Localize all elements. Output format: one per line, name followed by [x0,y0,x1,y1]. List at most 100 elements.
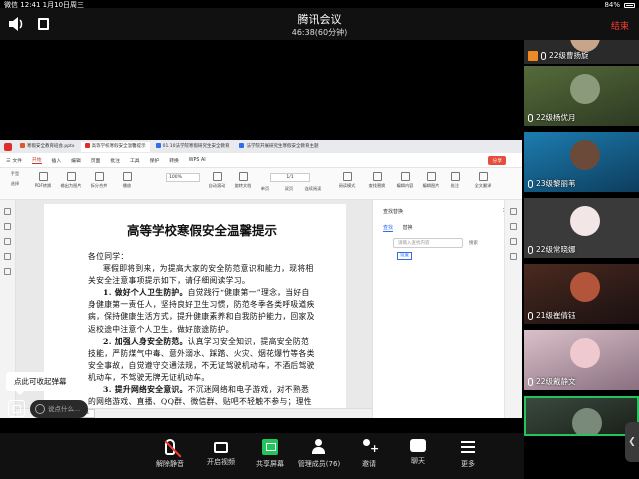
menu-comment[interactable]: 批注 [110,157,120,164]
menu-file[interactable]: 三 文件 [6,157,22,164]
wps-tab-0[interactable]: 寒假安全教育班会.pptx [16,142,79,152]
start-video-button[interactable]: 开启视频 [193,439,249,467]
end-meeting-button[interactable]: 结束 [611,19,629,32]
wps-tab-2[interactable]: 01.10法学院寒假研究生安全教育 [152,142,234,152]
tool-pdf-convert[interactable]: PDF转换 [30,172,56,189]
find-settings-button[interactable]: 设置 [397,252,412,260]
menu-page[interactable]: 页面 [91,157,101,164]
tool-edit-image[interactable]: 编辑图片 [418,172,444,189]
tool-export-image[interactable]: 输出为图片 [58,172,84,189]
participant-tile-speaking[interactable] [524,396,639,436]
zoom-select[interactable]: 100% [166,173,200,182]
document-paragraph: 2. 加强人身安全防范。认真学习安全知识，提高安全防范技能，严防煤气中毒、意外溺… [88,336,316,384]
share-button[interactable]: 分享 [488,156,506,165]
wps-tab-3[interactable]: 法学院开展研究生寒假安全教育主题 [235,142,321,152]
menu-insert[interactable]: 插入 [52,157,62,164]
tool-label: 播放 [122,183,132,188]
attachment-icon[interactable] [4,253,11,260]
tool-hand[interactable]: 手型 [2,171,28,177]
unmute-button[interactable]: 解除静音 [142,439,198,469]
manage-members-button[interactable]: 管理成员(76) [291,439,347,469]
menu-home[interactable]: 开始 [31,156,42,164]
avatar [570,272,600,302]
tool-reading-mode[interactable]: 阅读模式 [334,172,360,189]
wps-tab-1[interactable]: 高等学校寒假安全温馨提示 [80,141,150,152]
danmu-tooltip[interactable]: 点此可收起弹幕 [6,372,75,395]
participant-list: 22级曹扬旋 22级杨优月 23级黎丽苇 22级常晓娜 21级崔倩钰 22级戴静… [524,40,639,479]
document-heading: 3. 提升网络安全意识。 [103,385,188,395]
page-indicator[interactable]: 1/1 [270,173,310,182]
edit-text-icon [400,172,410,181]
tool-label: 全文翻译 [474,183,492,188]
wps-logo-icon [4,142,12,151]
wps-tab-bar: 寒假安全教育班会.pptx 高等学校寒假安全温馨提示 01.10法学院寒假研究生… [0,140,522,153]
share-screen-icon [262,439,278,455]
name-text: 22级常晓娜 [536,245,576,254]
participant-tile[interactable]: 22级常晓娜 [524,198,639,258]
name-text: 22级戴静文 [536,377,576,386]
reading-mode-icon [342,172,352,181]
menu-wps-ai[interactable]: WPS AI [189,158,206,163]
button-label: 共享屏幕 [256,460,284,468]
collapse-panel-button[interactable]: ❮ [625,422,639,462]
bookmark-icon[interactable] [4,223,11,230]
comment-list-icon[interactable] [4,238,11,245]
split-merge-icon [94,172,104,181]
participant-tile[interactable]: 21级崔倩钰 [524,264,639,324]
participant-tile[interactable]: 22级杨优月 [524,66,639,126]
tool-double-page[interactable]: 双页 [276,186,302,192]
host-badge-icon [528,50,538,61]
tool-comment[interactable]: 批注 [442,172,468,189]
tool-play[interactable]: 播放 [114,172,140,189]
participant-tile[interactable]: 22级曹扬旋 [524,40,639,64]
menu-convert[interactable]: 转换 [169,157,179,164]
properties-icon[interactable] [510,223,517,230]
search-icon[interactable] [510,208,517,215]
participant-name: 22级戴静文 [528,376,576,387]
menu-tools[interactable]: 工具 [130,157,140,164]
danmu-toggle-icon[interactable] [8,400,25,417]
menu-protect[interactable]: 保护 [150,157,160,164]
thumbnail-icon[interactable] [4,208,11,215]
tool-continuous[interactable]: 连续阅读 [300,186,326,192]
find-go-button[interactable]: 搜索 [469,240,478,246]
participant-name: 22级常晓娜 [528,244,576,255]
find-input[interactable]: 请输入查找内容 [393,238,463,248]
tool-label: 选择 [10,181,20,186]
emoji-icon[interactable] [35,404,45,414]
tool-label: 输出为图片 [60,183,82,188]
tool-edit-content[interactable]: 编辑内容 [392,172,418,189]
chat-button[interactable]: 聊天 [390,439,446,466]
participant-name: 21级崔倩钰 [528,310,576,321]
comment-icon [450,172,460,181]
share-screen-button[interactable]: 共享屏幕 [242,439,298,469]
sign-icon[interactable] [510,238,517,245]
panel-tabs: 查找 替换 [383,224,413,232]
chat-input[interactable]: 说点什么... [30,400,88,418]
tool-label: 单页 [260,186,270,191]
avatar [572,408,602,434]
button-label: 解除静音 [156,460,184,468]
settings-icon[interactable] [510,253,517,260]
tool-split-merge[interactable]: 拆分合并 [86,172,112,189]
participant-tile[interactable]: 23级黎丽苇 [524,132,639,192]
invite-button[interactable]: 邀请 [341,439,397,469]
participant-tile[interactable]: 22级戴静文 [524,330,639,390]
tab-replace[interactable]: 替换 [403,225,413,231]
chat-placeholder: 说点什么... [48,405,81,413]
meeting-title[interactable]: 腾讯会议 [0,11,639,27]
tool-single-page[interactable]: 单页 [252,186,278,192]
tool-auto-scroll[interactable]: 自动滚动 [204,172,230,189]
tool-label: 双页 [284,186,294,191]
search-sidebar-icon[interactable] [4,268,11,275]
tool-find-replace[interactable]: 查找替换 [364,172,390,189]
avatar [570,206,600,236]
auto-scroll-icon [212,172,222,181]
tool-translate[interactable]: 全文翻译 [470,172,496,189]
pdf-convert-icon [38,172,48,181]
more-button[interactable]: 更多 [440,439,496,469]
members-icon [311,439,327,455]
menu-edit[interactable]: 编辑 [71,157,81,164]
tool-select[interactable]: 选择 [2,181,28,187]
tab-find[interactable]: 查找 [383,225,394,232]
